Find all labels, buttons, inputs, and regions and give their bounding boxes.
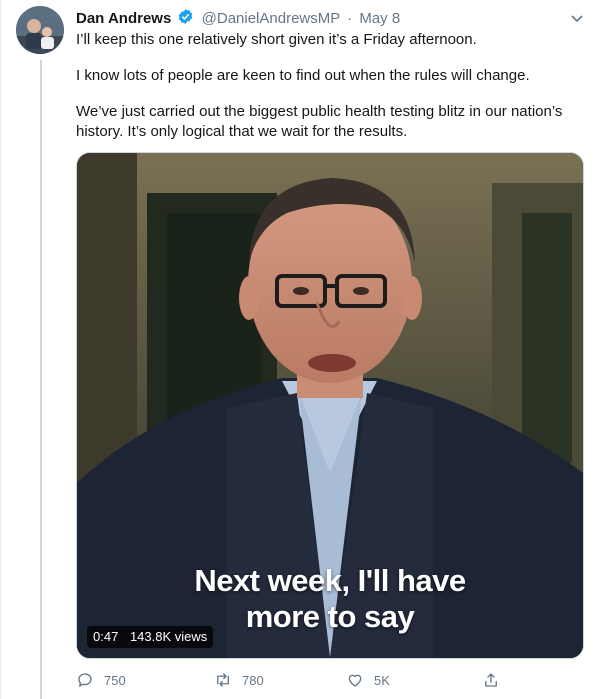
video-views: 143.8K views xyxy=(129,629,208,644)
caret-down-icon[interactable] xyxy=(569,10,585,26)
video-duration: 0:47 xyxy=(93,629,119,644)
tweet-actions: 750 780 5K xyxy=(76,668,506,692)
like-count: 5K xyxy=(374,672,390,688)
video-caption: Next week, I'll have more to say xyxy=(77,563,583,635)
retweet-button[interactable]: 780 xyxy=(214,668,264,692)
share-button[interactable] xyxy=(482,668,510,692)
tweet-text: I’ll keep this one relatively short give… xyxy=(76,30,576,158)
caption-line: Next week, I'll have xyxy=(194,563,466,598)
left-border xyxy=(0,0,1,699)
avatar[interactable] xyxy=(16,6,64,54)
share-icon xyxy=(485,673,497,687)
reply-button[interactable]: 750 xyxy=(76,668,126,692)
tweet-header: Dan Andrews @DanielAndrewsMP · May 8 xyxy=(76,8,585,28)
thread-line xyxy=(40,60,42,699)
like-button[interactable]: 5K xyxy=(346,668,390,692)
like-icon xyxy=(348,674,362,687)
author-handle[interactable]: @DanielAndrewsMP xyxy=(202,10,340,27)
author-name[interactable]: Dan Andrews xyxy=(76,10,171,27)
tweet-paragraph: We’ve just carried out the biggest publi… xyxy=(76,103,563,140)
tweet-date[interactable]: May 8 xyxy=(359,10,400,27)
verified-badge-icon xyxy=(177,8,194,29)
video-player[interactable]: Next week, I'll have more to say 0:47 14… xyxy=(76,152,584,659)
tweet-paragraph: I’ll keep this one relatively short give… xyxy=(76,31,477,48)
retweet-count: 780 xyxy=(242,672,264,688)
retweet-icon xyxy=(217,673,229,687)
reply-count: 750 xyxy=(104,672,126,688)
reply-icon xyxy=(78,673,92,687)
video-meta-badge: 0:47 143.8K views xyxy=(87,626,214,648)
separator-dot: · xyxy=(347,10,353,27)
tweet-paragraph: I know lots of people are keen to find o… xyxy=(76,67,530,84)
